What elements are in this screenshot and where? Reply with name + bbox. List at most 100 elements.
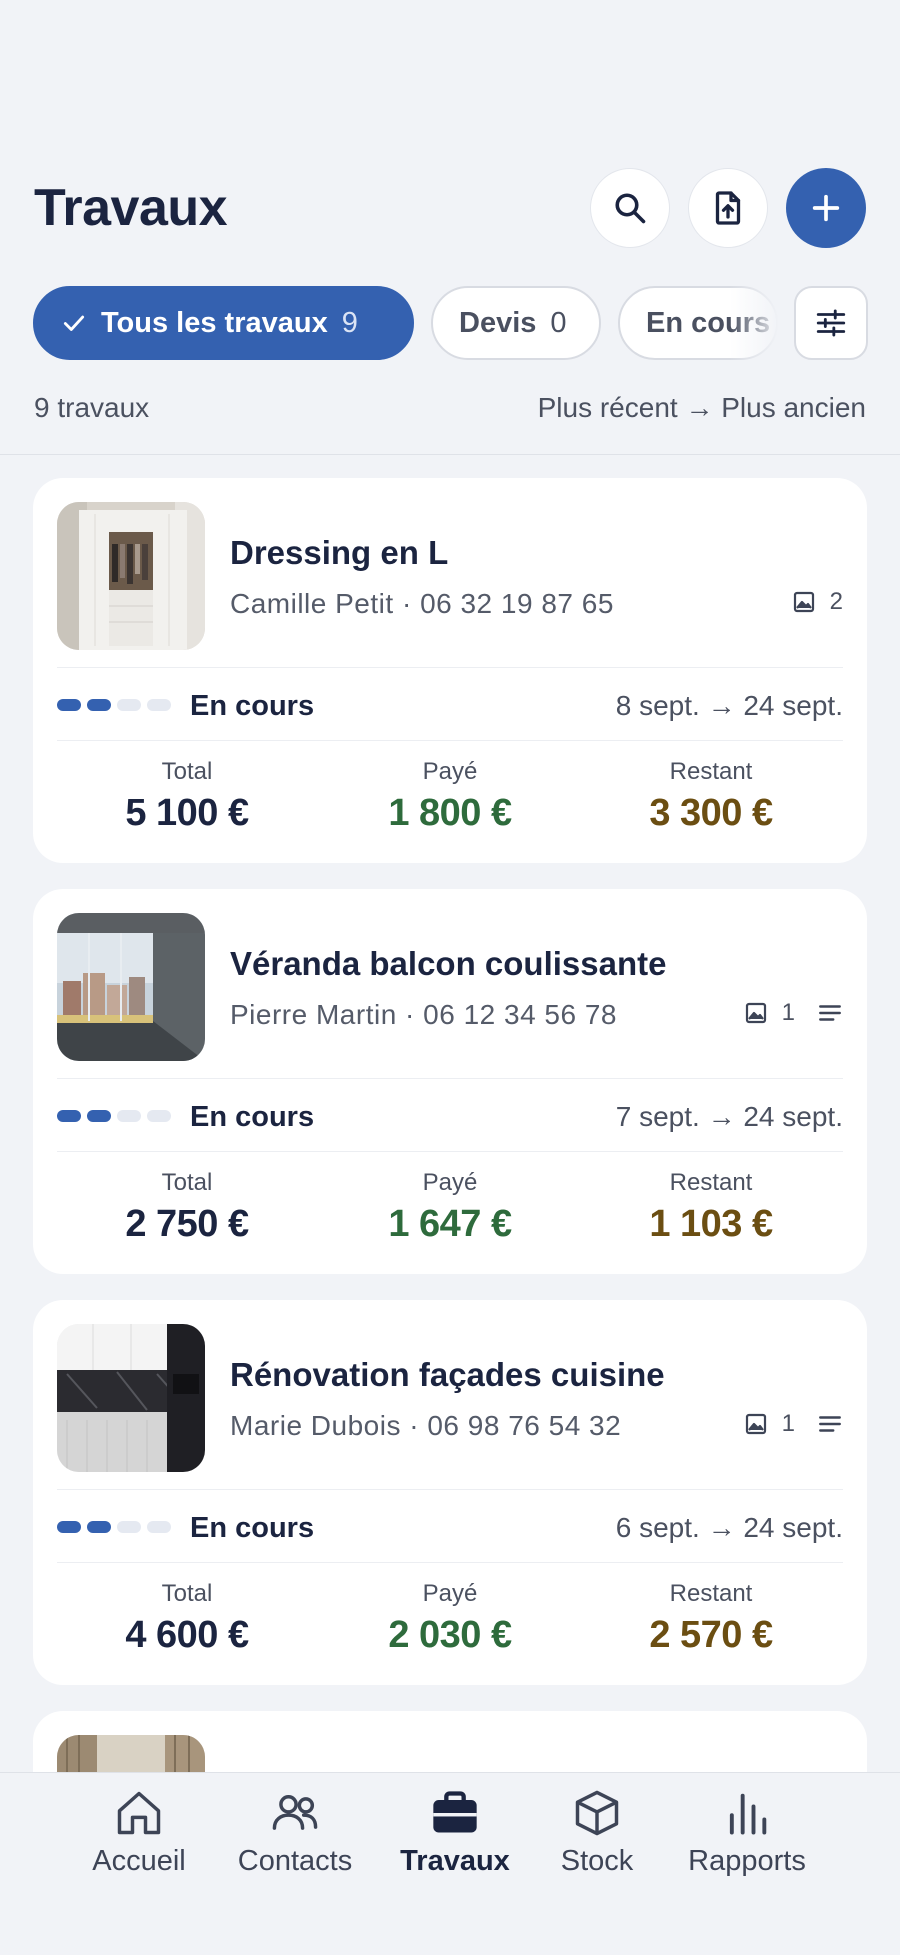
home-icon [117,1791,161,1835]
notes-icon [819,1005,841,1021]
image-icon [745,1413,766,1435]
status-label: En cours [190,690,315,722]
total-label: Total [161,758,213,785]
nav-travaux[interactable]: Travaux [375,1787,535,1878]
nav-label: Stock [560,1845,634,1877]
sort-order[interactable]: Plus récent → Plus ancien [538,392,866,424]
client-phone: 06 12 34 56 78 [423,999,617,1030]
list-summary: 9 travaux Plus récent → Plus ancien [34,392,866,424]
image-icon [745,1002,766,1024]
search-button[interactable] [590,168,670,248]
paid-amount: Payé 1 647 € [350,1169,550,1246]
remaining-label: Restant [669,1169,753,1196]
date-range: 8 sept. → 24 sept. [615,690,843,721]
travail-card[interactable]: Dressing en L Camille Petit · 06 32 19 8… [33,478,867,863]
photo-count: 1 [781,999,795,1026]
progress-step [117,1521,141,1533]
total-amount: Total 5 100 € [87,758,287,835]
travail-client: Marie Dubois · 06 98 76 54 32 [230,1410,621,1442]
check-icon [63,315,85,331]
progress-step [147,1521,171,1533]
chip-devis[interactable]: Devis 0 [431,286,601,360]
remaining-label: Restant [669,1580,753,1607]
progress-step [87,1521,111,1533]
nav-label: Contacts [237,1845,353,1877]
remaining-value: 3 300 € [649,792,773,834]
progress-steps [57,1110,171,1122]
client-phone: 06 98 76 54 32 [427,1410,622,1441]
total-value: 4 600 € [125,1614,249,1656]
progress-step [117,1110,141,1122]
total-label: Total [161,1169,213,1196]
client-name: Camille Petit [230,588,394,619]
bottom-nav: Accueil Contacts Travaux Stock Rapports [0,1772,900,1955]
total-label: Total [161,1580,213,1607]
progress-step [87,1110,111,1122]
filter-settings-button[interactable] [794,286,868,360]
export-button[interactable] [688,168,768,248]
client-name: Marie Dubois [230,1410,401,1441]
progress-steps [57,699,171,711]
travail-thumbnail [57,502,205,650]
travail-card[interactable]: Rénovation façades cuisine Marie Dubois … [33,1300,867,1685]
travail-meta: 1 [744,1410,843,1438]
total-value: 5 100 € [125,792,249,834]
paid-amount: Payé 2 030 € [350,1580,550,1657]
remaining-label: Restant [669,758,753,785]
divider [57,1489,843,1490]
nav-stock[interactable]: Stock [517,1787,677,1878]
paid-label: Payé [422,1580,478,1607]
divider [57,1562,843,1563]
chip-label: Devis [459,306,537,339]
remaining-amount: Restant 3 300 € [611,758,811,835]
photo-count: 1 [781,1410,795,1437]
travail-card[interactable]: Véranda balcon coulissante Pierre Martin… [33,889,867,1274]
divider [57,667,843,668]
filter-chips: Tous les travaux 9 Devis 0 En cours [0,286,900,360]
separator-dot: · [409,1410,428,1441]
paid-label: Payé [422,1169,478,1196]
chip-count: 0 [550,306,567,339]
remaining-value: 2 570 € [649,1614,773,1656]
paid-amount: Payé 1 800 € [350,758,550,835]
nav-label: Accueil [92,1845,186,1877]
travail-title: Dressing en L [230,534,449,571]
sliders-icon [816,309,846,337]
total-amount: Total 4 600 € [87,1580,287,1657]
progress-step [87,699,111,711]
image-icon [793,591,814,613]
date-range: 7 sept. → 24 sept. [615,1101,843,1132]
nav-contacts[interactable]: Contacts [215,1787,375,1878]
remaining-amount: Restant 1 103 € [611,1169,811,1246]
separator-dot: · [405,999,424,1030]
separator-dot: · [401,588,421,619]
nav-label: Rapports [688,1845,806,1877]
nav-accueil[interactable]: Accueil [59,1787,219,1878]
client-name: Pierre Martin [230,999,397,1030]
progress-steps [57,1521,171,1533]
progress-step [57,1521,81,1533]
travail-meta: 2 [792,588,843,616]
status-label: En cours [190,1512,315,1544]
search-icon [615,193,646,224]
bar-chart-icon [729,1793,767,1835]
total-amount: Total 2 750 € [87,1169,287,1246]
progress-step [117,699,141,711]
add-travail-button[interactable] [786,168,866,248]
nav-rapports[interactable]: Rapports [667,1787,827,1878]
chip-label: Tous les travaux [101,306,328,339]
paid-label: Payé [422,758,478,785]
briefcase-icon [433,1791,477,1833]
travail-title: Véranda balcon coulissante [230,945,667,982]
file-upload-icon [715,191,741,225]
chip-count: 9 [341,306,358,339]
nav-label: Travaux [400,1845,510,1877]
paid-value: 1 800 € [388,792,512,834]
chip-tous-les-travaux[interactable]: Tous les travaux 9 [33,286,414,360]
progress-step [147,699,171,711]
date-range: 6 sept. → 24 sept. [615,1512,843,1543]
total-value: 2 750 € [125,1203,249,1245]
page-title: Travaux [34,179,228,237]
divider [57,1078,843,1079]
notes-icon [819,1416,841,1432]
